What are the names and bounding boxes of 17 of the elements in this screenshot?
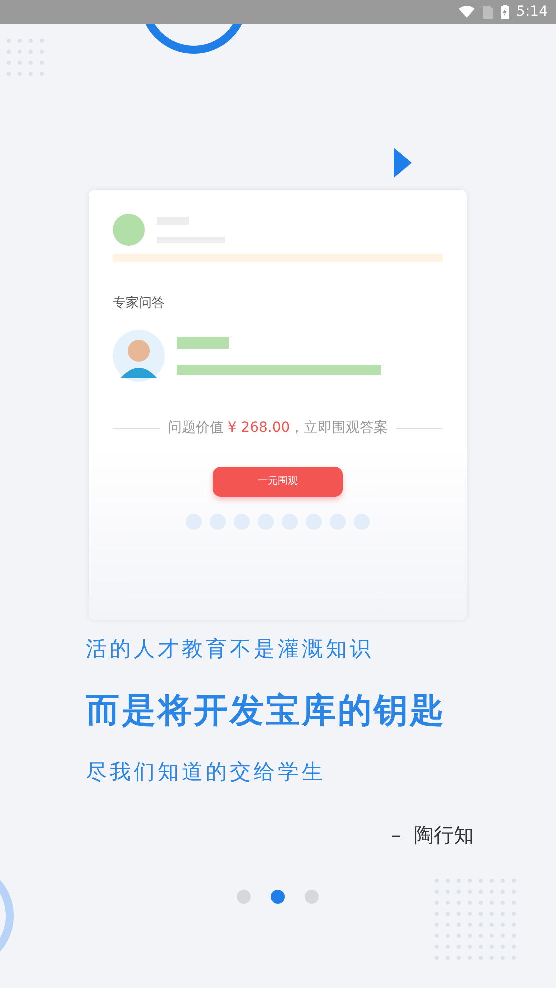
watch-button[interactable]: 一元围观: [213, 466, 343, 496]
quote-line: 而是将开发宝库的钥匙: [86, 690, 447, 732]
wifi-icon: [458, 6, 475, 18]
battery-icon: [500, 5, 509, 19]
avatar-placeholder: [113, 214, 145, 246]
quote-line: 活的人才教育不是灌溉知识: [86, 636, 375, 663]
avatar-icon: [113, 330, 165, 382]
price-caption: ，立即围观答案: [290, 418, 388, 438]
section-title: 专家问答: [113, 295, 166, 313]
price-label: 问题价值: [168, 418, 224, 438]
quote-author: – 陶行知: [391, 822, 474, 849]
text-placeholder: [177, 336, 229, 348]
no-sim-icon: [482, 6, 493, 18]
price-value: ¥ 268.00: [228, 418, 290, 438]
status-time: 5:14: [516, 2, 548, 22]
play-triangle-icon: [394, 148, 412, 178]
quote-line: 尽我们知道的交给学生: [86, 758, 327, 786]
